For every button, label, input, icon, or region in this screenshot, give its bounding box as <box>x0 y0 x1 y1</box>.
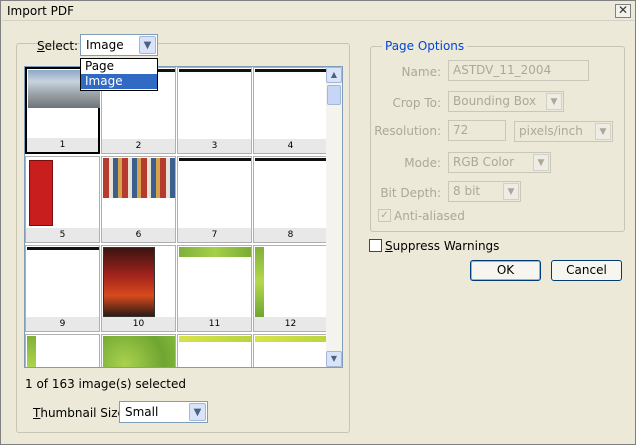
close-button[interactable]: ✕ <box>615 4 631 18</box>
resolution-label: Resolution: <box>374 124 441 138</box>
thumbnail-image <box>179 336 251 367</box>
resolution-field: 72 <box>448 120 506 141</box>
thumbnail-page-number: 9 <box>26 317 99 331</box>
select-value: Image <box>86 38 124 52</box>
thumbnail-cell[interactable]: 11 <box>177 245 252 332</box>
suppress-warnings-checkbox[interactable] <box>369 239 382 252</box>
thumbnail-cell[interactable]: 7 <box>177 156 252 243</box>
ok-button[interactable]: OK <box>470 260 541 281</box>
thumbnail-page-number: 11 <box>178 317 251 331</box>
thumbnail-image <box>27 247 99 317</box>
bit-depth-label: Bit Depth: <box>380 186 441 200</box>
name-field: ASTDV_11_2004 <box>448 60 589 81</box>
thumbnail-page-number: 5 <box>26 228 99 242</box>
thumbnail-page-number: 10 <box>102 317 175 331</box>
chevron-down-icon[interactable]: ▼ <box>189 403 206 421</box>
thumbnail-image <box>103 158 175 198</box>
crop-to-combo: Bounding Box ▼ <box>448 91 564 112</box>
thumbnail-page-number: 6 <box>102 228 175 242</box>
thumbnail-image <box>103 247 175 317</box>
thumbnail-cell[interactable]: 8 <box>253 156 328 243</box>
thumbnail-size-combo[interactable]: Small ▼ <box>119 401 208 423</box>
thumbnail-image <box>179 158 251 228</box>
chevron-down-icon: ▼ <box>546 93 562 110</box>
thumbnail-page-number: 2 <box>102 139 175 153</box>
select-combo[interactable]: Image ▼ <box>80 34 158 56</box>
selection-status: 1 of 163 image(s) selected <box>25 377 187 391</box>
suppress-warnings-label[interactable]: Suppress Warnings <box>385 239 499 253</box>
thumbnail-image <box>255 158 327 228</box>
thumbnail-cell[interactable] <box>253 334 328 367</box>
thumbnail-image <box>255 336 327 367</box>
chevron-down-icon: ▼ <box>503 183 519 200</box>
anti-aliased-checkbox: ✓ <box>378 209 391 222</box>
thumbnail-image <box>179 247 251 317</box>
thumbnail-page-number: 8 <box>254 228 327 242</box>
thumbnail-page-number: 3 <box>178 139 251 153</box>
name-label: Name: <box>401 65 441 79</box>
thumbnail-image <box>179 69 251 139</box>
thumbnail-image <box>255 69 327 139</box>
thumbnail-image <box>27 158 99 228</box>
thumbnail-image <box>103 336 175 367</box>
thumbnail-cell[interactable] <box>101 334 176 367</box>
window-title: Import PDF <box>7 4 75 18</box>
mode-combo: RGB Color ▼ <box>448 152 551 173</box>
thumbnail-grid[interactable]: 1 2 3 4 5 6 7 8 9 10 11 12 <box>24 66 343 368</box>
thumbnail-page-number: 1 <box>27 138 98 152</box>
thumbnail-cell[interactable] <box>25 334 100 367</box>
title-bar: Import PDF ✕ <box>2 2 634 21</box>
select-dropdown-list: Page Image <box>80 58 158 91</box>
chevron-down-icon: ▼ <box>533 154 549 171</box>
thumbnail-image <box>255 247 327 317</box>
thumbnail-cell[interactable] <box>177 334 252 367</box>
scroll-down-icon[interactable]: ▼ <box>326 351 342 367</box>
thumbnail-cell[interactable]: 10 <box>101 245 176 332</box>
thumbnail-cell[interactable]: 5 <box>25 156 100 243</box>
select-option-page[interactable]: Page <box>81 59 157 74</box>
thumbnail-page-number: 12 <box>254 317 327 331</box>
bit-depth-combo: 8 bit ▼ <box>448 181 521 202</box>
thumbnail-page-number: 4 <box>254 139 327 153</box>
thumbnail-cell[interactable]: 6 <box>101 156 176 243</box>
thumbnail-cell[interactable]: 3 <box>177 67 252 154</box>
grid-scrollbar[interactable]: ▲ ▼ <box>326 67 342 367</box>
thumbnail-image <box>27 336 99 367</box>
thumbnail-cell[interactable]: 12 <box>253 245 328 332</box>
mode-label: Mode: <box>404 156 441 170</box>
anti-aliased-label: Anti-aliased <box>394 209 465 223</box>
crop-to-label: Crop To: <box>392 96 442 110</box>
select-option-image[interactable]: Image <box>81 74 157 89</box>
cancel-button[interactable]: Cancel <box>551 260 622 281</box>
resolution-unit-combo: pixels/inch ▼ <box>514 121 613 142</box>
page-options-legend: Page Options <box>382 39 468 53</box>
scroll-up-icon[interactable]: ▲ <box>326 67 342 83</box>
thumbnail-cell[interactable]: 9 <box>25 245 100 332</box>
thumbnail-cell[interactable]: 4 <box>253 67 328 154</box>
thumbnail-size-label: Thumbnail Size: <box>33 406 129 420</box>
chevron-down-icon: ▼ <box>595 123 611 140</box>
thumbnail-size-value: Small <box>125 405 159 419</box>
select-label: Select: <box>37 39 79 53</box>
scroll-thumb[interactable] <box>327 85 341 105</box>
import-pdf-dialog: Import PDF ✕ Select: Image ▼ Page Image … <box>0 0 636 445</box>
thumbnail-page-number: 7 <box>178 228 251 242</box>
chevron-down-icon[interactable]: ▼ <box>139 36 156 54</box>
